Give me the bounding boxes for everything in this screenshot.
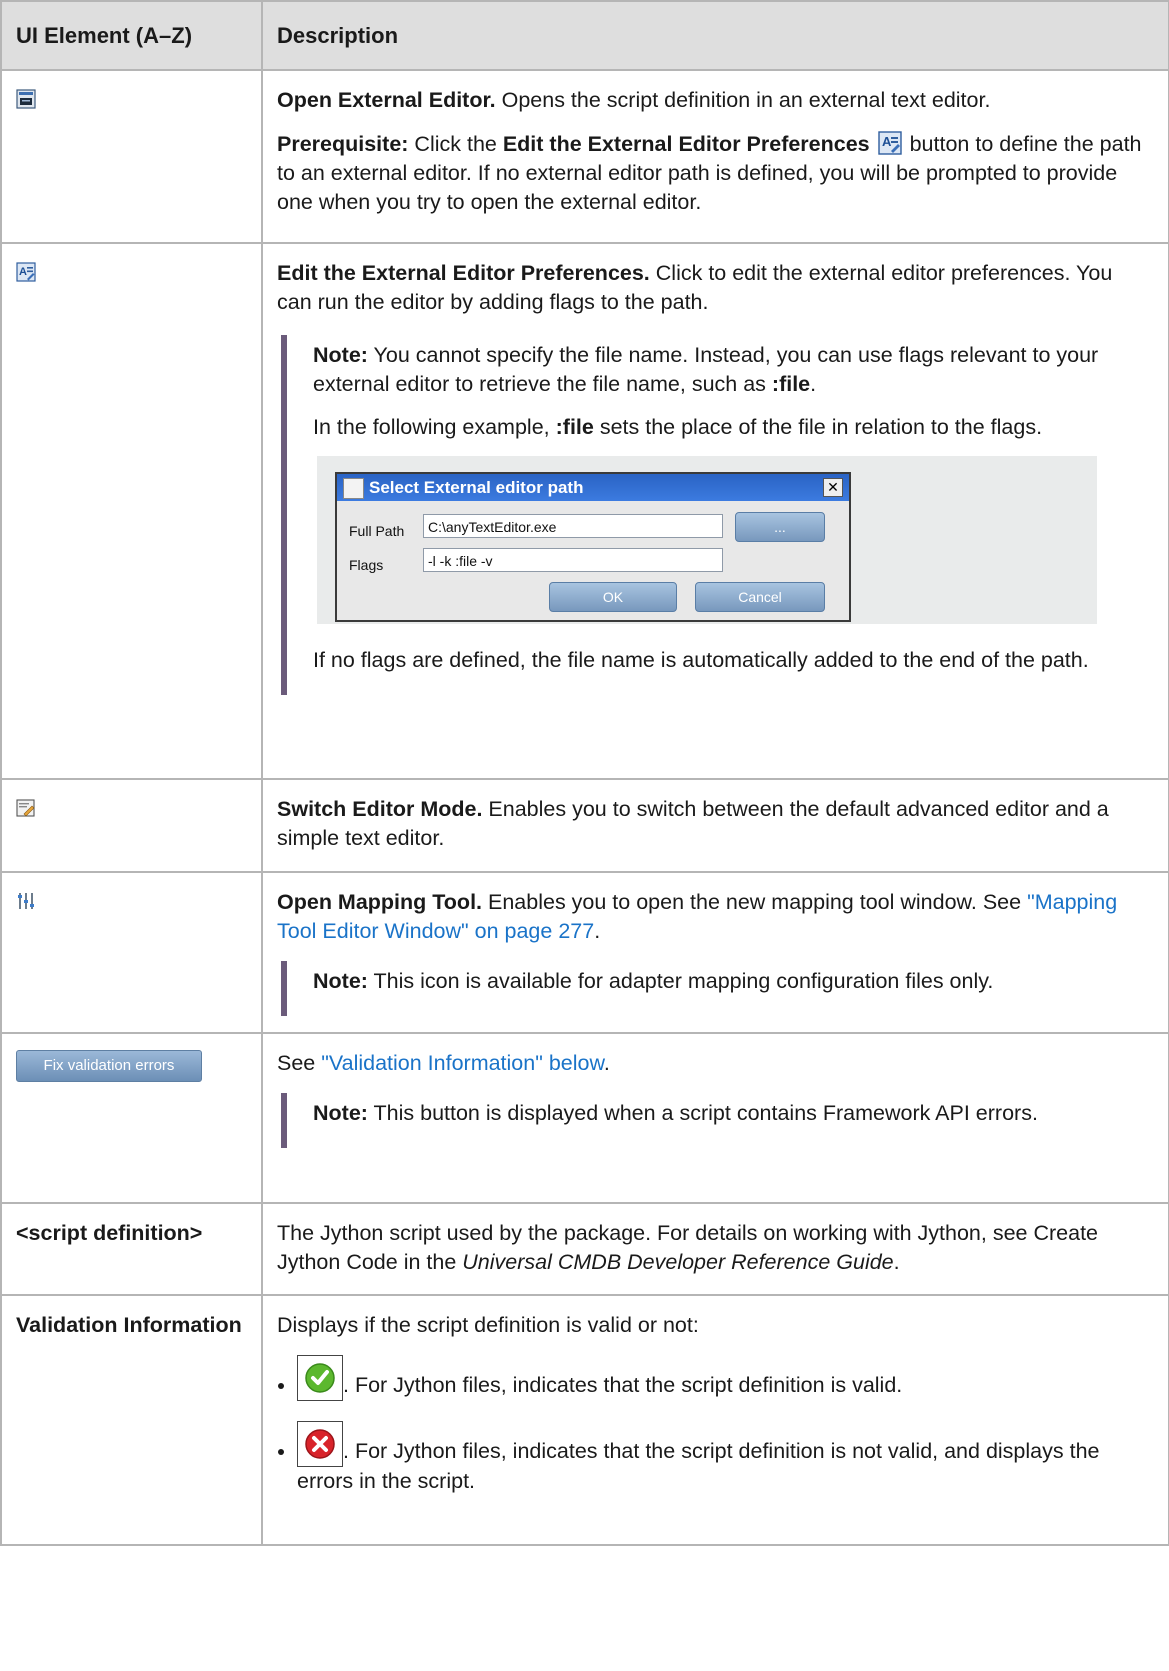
- validation-info-link[interactable]: "Validation Information" below: [321, 1051, 604, 1075]
- script-definition-element: <script definition>: [16, 1221, 203, 1245]
- editor-preferences-icon: A: [877, 131, 902, 155]
- fix-errors-desc: See "Validation Information" below.: [277, 1051, 610, 1075]
- full-path-label: Full Path: [349, 523, 405, 539]
- table-row: Open Mapping Tool. Enables you to open t…: [0, 871, 1169, 1034]
- table-row: Open External Editor. Opens the script d…: [0, 69, 1169, 244]
- switch-editor-desc: Switch Editor Mode. Enables you to switc…: [277, 797, 1109, 850]
- browse-button[interactable]: ...: [735, 512, 825, 542]
- validation-list: . For Jython files, indicates that the s…: [277, 1355, 1152, 1496]
- table-row: Switch Editor Mode. Enables you to switc…: [0, 778, 1169, 873]
- editor-preferences-icon[interactable]: A: [16, 262, 36, 282]
- switch-editor-mode-icon[interactable]: [16, 798, 36, 818]
- ok-button[interactable]: OK: [549, 582, 677, 612]
- fix-validation-errors-button[interactable]: Fix validation errors: [16, 1050, 202, 1082]
- table-row: Validation Information Displays if the s…: [0, 1294, 1169, 1546]
- note-block: Note: This icon is available for adapter…: [281, 961, 1152, 1016]
- select-editor-dialog: Select External editor path ✕ Full Path …: [335, 472, 851, 622]
- mapping-tool-icon[interactable]: [16, 891, 36, 911]
- open-external-editor-desc: Open External Editor. Opens the script d…: [277, 88, 991, 112]
- note-block: Note: This button is displayed when a sc…: [281, 1093, 1152, 1148]
- note-block: Note: You cannot specify the file name. …: [281, 335, 1152, 695]
- mapping-tool-desc: Open Mapping Tool. Enables you to open t…: [277, 890, 1118, 943]
- validation-information-element: Validation Information: [16, 1313, 242, 1337]
- list-item: . For Jython files, indicates that the s…: [297, 1355, 1152, 1401]
- full-path-input[interactable]: C:\anyTextEditor.exe: [423, 514, 723, 538]
- table-header-row: UI Element (A–Z) Description: [0, 0, 1169, 71]
- edit-preferences-desc: Edit the External Editor Preferences. Cl…: [277, 261, 1113, 314]
- table-row: <script definition> The Jython script us…: [0, 1202, 1169, 1296]
- svg-text:A: A: [19, 266, 27, 278]
- note-text: Note: This icon is available for adapter…: [313, 969, 994, 993]
- valid-icon: [297, 1355, 343, 1401]
- prerequisite-text: Prerequisite: Click the Edit the Externa…: [277, 131, 1142, 214]
- list-item: . For Jython files, indicates that the s…: [297, 1421, 1152, 1496]
- header-description: Description: [261, 0, 1169, 71]
- header-ui-element: UI Element (A–Z): [0, 0, 263, 71]
- no-flags-text: If no flags are defined, the file name i…: [313, 648, 1089, 672]
- flags-label: Flags: [349, 557, 384, 573]
- example-text: In the following example, :file sets the…: [313, 415, 1043, 439]
- table-row: Fix validation errors See "Validation In…: [0, 1032, 1169, 1204]
- note-text: Note: You cannot specify the file name. …: [313, 343, 1099, 396]
- close-icon[interactable]: ✕: [823, 478, 843, 497]
- cancel-button[interactable]: Cancel: [695, 582, 825, 612]
- dialog-title-bar: Select External editor path ✕: [337, 474, 849, 501]
- invalid-icon: [297, 1421, 343, 1467]
- dialog-screenshot: Select External editor path ✕ Full Path …: [317, 456, 1097, 624]
- external-editor-icon[interactable]: [16, 89, 36, 109]
- validation-intro: Displays if the script definition is val…: [277, 1313, 699, 1337]
- ui-elements-table: UI Element (A–Z) Description Open Extern…: [0, 0, 1169, 1546]
- svg-text:A: A: [882, 134, 892, 149]
- note-text: Note: This button is displayed when a sc…: [313, 1101, 1038, 1125]
- script-definition-desc: The Jython script used by the package. F…: [277, 1221, 1099, 1274]
- java-app-icon: [343, 478, 364, 499]
- flags-input[interactable]: -l -k :file -v: [423, 548, 723, 572]
- table-row: A Edit the External Editor Preferences. …: [0, 242, 1169, 780]
